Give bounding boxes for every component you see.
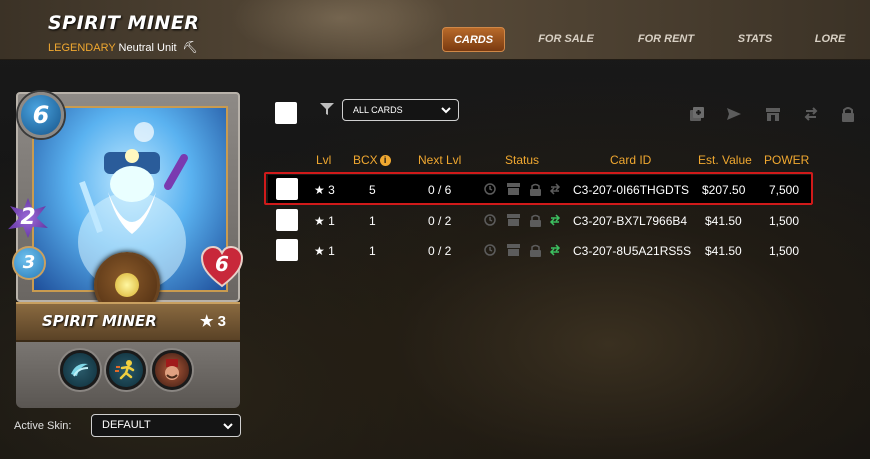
col-header-next-lvl: Next Lvl: [418, 153, 462, 167]
tab-cards[interactable]: CARDS: [442, 27, 505, 52]
runner-icon: [106, 350, 146, 390]
row-power: 1,500: [769, 244, 800, 258]
rent-transfer-icon[interactable]: [549, 214, 561, 226]
filter-icon[interactable]: [320, 102, 334, 116]
card-filter-select[interactable]: ALL CARDS: [342, 99, 459, 121]
chevron-down-icon: [223, 423, 233, 430]
wave-icon: [60, 350, 100, 390]
send-icon[interactable]: [726, 106, 742, 122]
magic-attack-badge: 2: [8, 198, 48, 238]
active-skin-label: Active Skin:: [14, 420, 72, 432]
row-est-value: $41.50: [705, 244, 742, 258]
row-bcx: 1: [369, 244, 376, 258]
col-header-power: POWER: [764, 153, 810, 167]
mana-cost-badge: 6: [18, 92, 64, 138]
col-header-est-value: Est. Value: [698, 153, 752, 167]
card-name: SPIRIT MINER: [42, 312, 157, 330]
tab-for-sale[interactable]: FOR SALE: [530, 27, 602, 52]
chevron-down-icon: [441, 107, 451, 114]
active-skin-value: DEFAULT: [102, 419, 151, 431]
row-next-level: 0 / 2: [428, 244, 452, 258]
top-nav: CARDS FOR SALE FOR RENT STATS LORE: [0, 27, 870, 52]
col-header-bcx-label: BCX: [353, 153, 378, 167]
fez-face-icon: [152, 350, 192, 390]
row-est-value: $41.50: [705, 214, 742, 228]
row-card-id: C3-207-8U5A21RS5S: [573, 244, 692, 258]
row-power: 1,500: [769, 214, 800, 228]
table-row[interactable]: ★ 1 1 0 / 2 C3-207-8U5A21RS5S $41.50 1,5…: [268, 236, 813, 266]
row-next-level: 0 / 2: [428, 214, 452, 228]
combine-icon[interactable]: [689, 106, 705, 122]
table-row[interactable]: ★ 1 1 0 / 2 C3-207-BX7L7966B4 $41.50 1,5…: [268, 206, 813, 236]
rent-transfer-icon[interactable]: [549, 244, 561, 256]
col-header-card-id: Card ID: [610, 153, 652, 167]
tab-for-rent[interactable]: FOR RENT: [630, 27, 702, 52]
market-icon: [507, 244, 520, 256]
active-skin-select[interactable]: DEFAULT: [91, 414, 241, 437]
select-all-checkbox[interactable]: [275, 102, 297, 124]
row-level: ★ 1: [314, 244, 335, 258]
card-name-plate: SPIRIT MINER ★ 3: [16, 302, 240, 342]
speed-badge: 3: [12, 246, 46, 280]
magic-attack-value: 2: [20, 205, 36, 230]
col-header-bcx: BCX i: [353, 153, 391, 167]
tab-lore[interactable]: LORE: [806, 27, 854, 52]
row-checkbox[interactable]: [276, 209, 298, 231]
card-art-panel: 6 2 3 6 SPIRIT MINER ★ 3: [8, 92, 244, 408]
selected-row-highlight: [264, 172, 813, 205]
lock-icon: [530, 214, 541, 227]
row-card-id: C3-207-BX7L7966B4: [573, 214, 688, 228]
header-bar: SPIRIT MINER LEGENDARY Neutral Unit ⛏ CA…: [0, 0, 870, 60]
col-header-lvl: Lvl: [316, 153, 332, 167]
card-level: ★ 3: [200, 313, 226, 330]
info-icon[interactable]: i: [379, 155, 391, 166]
ability-bar: [16, 342, 240, 408]
row-bcx: 1: [369, 214, 376, 228]
clock-icon: [484, 214, 496, 226]
row-level: ★ 1: [314, 214, 335, 228]
clock-icon: [484, 244, 496, 256]
tab-stats[interactable]: STATS: [728, 27, 782, 52]
lock-icon: [530, 244, 541, 257]
row-checkbox[interactable]: [276, 239, 298, 261]
rent-transfer-icon[interactable]: [803, 106, 819, 122]
market-icon[interactable]: [765, 106, 781, 122]
lock-icon[interactable]: [841, 106, 855, 122]
col-header-status: Status: [505, 153, 540, 167]
card-filter-value: ALL CARDS: [353, 105, 403, 115]
health-badge: 6: [200, 246, 244, 288]
market-icon: [507, 214, 520, 226]
health-value: 6: [215, 252, 229, 276]
